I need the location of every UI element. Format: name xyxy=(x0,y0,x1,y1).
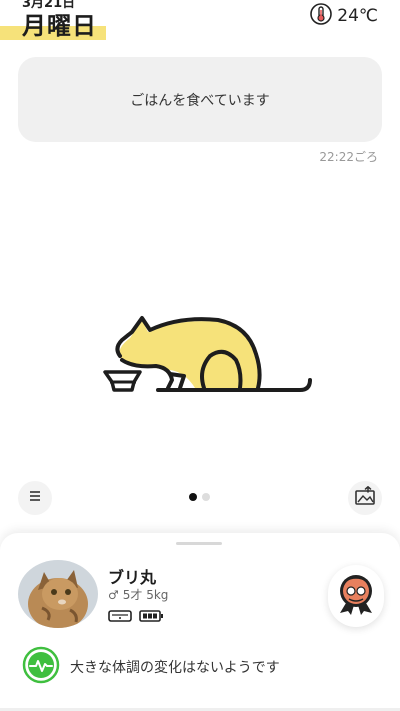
award-badge-button[interactable] xyxy=(328,565,384,627)
temperature-display[interactable]: 24℃ xyxy=(309,2,378,30)
pet-info-sheet[interactable]: ブリ丸 ♂ 5才 5kg 大きな体調の変化はないようです xyxy=(0,533,400,711)
heartbeat-icon xyxy=(22,646,60,688)
share-image-button[interactable] xyxy=(348,481,382,515)
health-status[interactable]: 大きな体調の変化はないようです xyxy=(22,646,280,688)
male-gender-icon: ♂ xyxy=(108,587,119,602)
sheet-drag-handle[interactable] xyxy=(176,542,222,545)
page-dot-1[interactable] xyxy=(189,493,197,501)
toilet-device-icon xyxy=(108,607,132,626)
status-message-time: 22:22ごろ xyxy=(319,150,378,164)
temperature-value: 24℃ xyxy=(337,6,378,26)
award-badge-icon xyxy=(336,573,376,619)
weekday-block: 月曜日 xyxy=(0,4,108,40)
list-menu-icon xyxy=(27,488,43,508)
pet-details: ♂ 5才 5kg xyxy=(108,586,168,603)
cat-eating-icon xyxy=(100,310,315,400)
share-image-icon xyxy=(354,485,376,510)
weekday-label: 月曜日 xyxy=(22,12,97,40)
page-indicator[interactable] xyxy=(189,493,210,501)
thermometer-sensor-icon xyxy=(309,2,333,30)
pet-name[interactable]: ブリ丸 xyxy=(108,564,156,588)
menu-button[interactable] xyxy=(18,481,52,515)
status-message-text: ごはんを食べています xyxy=(130,92,270,109)
pet-avatar[interactable] xyxy=(18,560,98,628)
page-dot-2[interactable] xyxy=(202,493,210,501)
health-status-text: 大きな体調の変化はないようです xyxy=(70,660,280,676)
status-message-bubble: ごはんを食べています xyxy=(18,57,382,142)
battery-full-icon xyxy=(139,607,163,626)
pet-age-weight: 5才 5kg xyxy=(122,588,169,602)
device-status[interactable] xyxy=(108,607,163,626)
